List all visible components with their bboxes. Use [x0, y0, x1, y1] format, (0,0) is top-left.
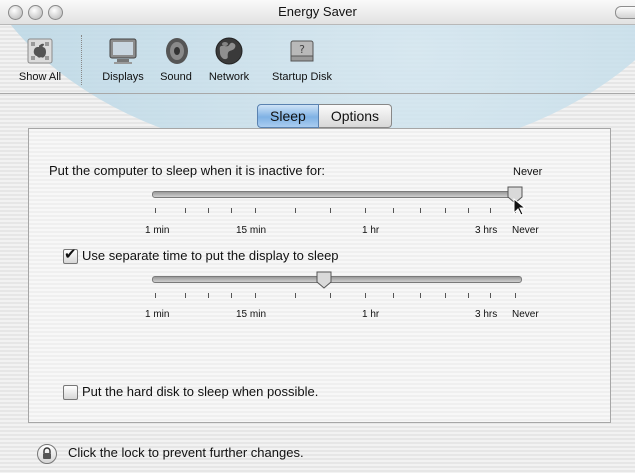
title-bar: Energy Saver	[0, 0, 635, 25]
lock-icon	[43, 447, 51, 459]
toolbar: Show All Displays Sound Network ? Startu…	[0, 25, 635, 94]
slider-tick	[393, 293, 394, 298]
toolbar-show-all[interactable]: Show All	[4, 35, 76, 83]
tick-label-1min: 1 min	[145, 309, 170, 320]
globe-icon	[215, 37, 243, 65]
slider-tick	[445, 208, 446, 213]
energy-saver-window: Energy Saver Show All Displays Sound Net…	[0, 0, 635, 473]
disk-sleep-checkbox[interactable]	[63, 385, 78, 400]
tick-label-15min: 15 min	[236, 309, 267, 320]
slider-tick	[515, 293, 516, 298]
toolbar-network[interactable]: Network	[202, 35, 256, 83]
slider-tick	[255, 293, 256, 298]
lock-text: Click the lock to prevent further change…	[68, 445, 304, 460]
slider-tick	[468, 208, 469, 213]
svg-text:?: ?	[299, 43, 305, 56]
computer-sleep-label: Put the computer to sleep when it is ina…	[49, 163, 326, 178]
toolbar-toggle-button[interactable]	[615, 6, 635, 19]
slider-tick	[445, 293, 446, 298]
tick-label-1hr: 1 hr	[362, 309, 380, 320]
computer-sleep-slider[interactable]	[152, 191, 522, 198]
slider-tick	[330, 293, 331, 298]
slider-tick	[420, 208, 421, 213]
slider-tick	[255, 208, 256, 213]
window-title: Energy Saver	[278, 4, 357, 19]
tick-label-never: Never	[512, 225, 539, 236]
toolbar-sound[interactable]: Sound	[157, 35, 195, 83]
hard-disk-icon: ?	[290, 40, 314, 62]
toolbar-displays[interactable]: Displays	[94, 35, 152, 83]
slider-tick	[295, 293, 296, 298]
tick-label-3hrs: 3 hrs	[475, 309, 498, 320]
slider-tick	[330, 208, 331, 213]
slider-tick	[155, 208, 156, 213]
display-sleep-slider-thumb[interactable]	[316, 271, 332, 289]
display-sleep-checkbox[interactable]: ✔	[63, 246, 78, 264]
slider-tick	[468, 293, 469, 298]
tick-label-3hrs: 3 hrs	[475, 225, 498, 236]
tick-label-1min: 1 min	[145, 225, 170, 236]
disk-sleep-checkbox-label: Put the hard disk to sleep when possible…	[82, 384, 319, 399]
tick-label-15min: 15 min	[236, 225, 267, 236]
display-sleep-checkbox-label: Use separate time to put the display to …	[82, 248, 339, 263]
slider-tick	[490, 293, 491, 298]
slider-tick	[231, 208, 232, 213]
tab-bar: Sleep Options	[257, 104, 393, 128]
slider-tick	[420, 293, 421, 298]
slider-tick	[393, 208, 394, 213]
toolbar-label: Network	[208, 71, 250, 83]
tick-label-never: Never	[512, 309, 539, 320]
lock-button[interactable]	[37, 444, 57, 464]
slider-tick	[155, 293, 156, 298]
computer-sleep-value: Never	[513, 166, 543, 178]
slider-tick	[365, 208, 366, 213]
slider-tick	[208, 208, 209, 213]
display-sleep-slider[interactable]	[152, 276, 522, 283]
apple-grid-icon	[27, 38, 53, 64]
toolbar-label: Sound	[160, 71, 192, 83]
tick-label-1hr: 1 hr	[362, 225, 380, 236]
tab-sleep[interactable]: Sleep	[257, 104, 319, 128]
slider-tick	[295, 208, 296, 213]
slider-tick	[185, 293, 186, 298]
toolbar-separator	[81, 35, 82, 85]
display-icon	[109, 38, 137, 64]
speaker-icon	[166, 38, 188, 64]
slider-tick	[490, 208, 491, 213]
slider-tick	[208, 293, 209, 298]
checkmark-icon: ✔	[64, 246, 77, 263]
mouse-cursor-icon	[513, 198, 525, 216]
tab-options[interactable]: Options	[318, 104, 393, 128]
toolbar-startup-disk[interactable]: ? Startup Disk	[264, 35, 340, 83]
toolbar-label: Displays	[102, 71, 144, 83]
slider-tick	[365, 293, 366, 298]
toolbar-label: Startup Disk	[272, 71, 332, 83]
toolbar-label: Show All	[18, 71, 62, 83]
slider-tick	[231, 293, 232, 298]
slider-tick	[185, 208, 186, 213]
